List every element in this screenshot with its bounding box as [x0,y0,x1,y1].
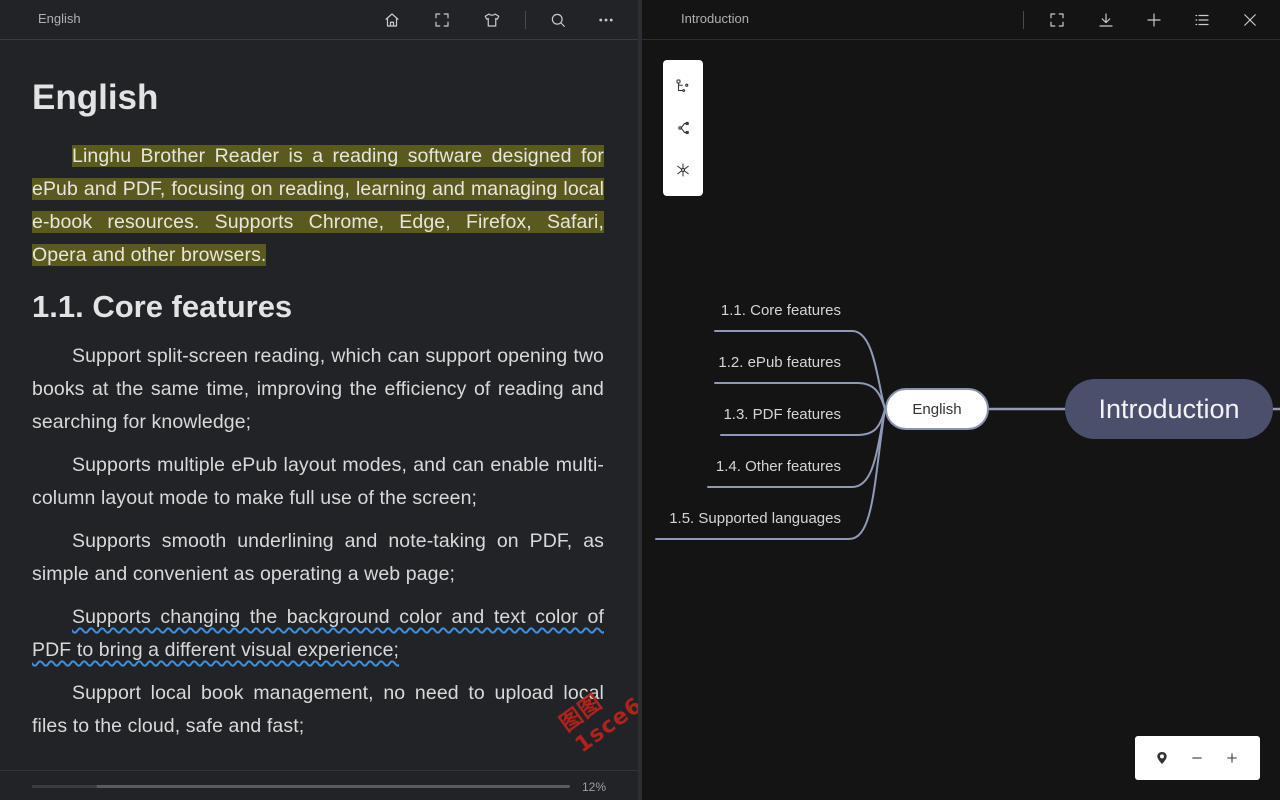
reading-progress-bar[interactable] [32,785,570,788]
home-icon[interactable] [382,10,402,30]
locate-icon[interactable] [1152,748,1172,768]
reader-title: English [38,11,81,26]
reader-footer: 12% [0,770,638,800]
mindmap-root-node[interactable]: Introduction [1065,379,1273,439]
mindmap-title: Introduction [681,11,749,26]
close-icon[interactable] [1240,10,1260,30]
wavy-underline-annotation[interactable]: Supports changing the background color a… [32,606,604,661]
zoom-controls [1135,736,1260,780]
mindmap-branch-other-features[interactable]: 1.4. Other features [716,458,841,475]
paragraph: Supports smooth underlining and note-tak… [32,530,604,585]
mindmap-toolbar: Introduction [642,0,1280,40]
app-window: English English Linghu Brother Reader is… [0,0,1280,800]
toolbar-separator [1023,11,1024,29]
paragraph: Supports multiple ePub layout modes, and… [32,454,604,509]
mindmap-branch-epub-features[interactable]: 1.2. ePub features [718,354,841,371]
add-icon[interactable] [1144,10,1164,30]
mindmap-node-english[interactable]: English [885,388,989,430]
reading-progress-label: 12% [582,780,607,794]
paragraph: Support local book management, no need t… [32,682,604,737]
fullscreen-icon[interactable] [432,10,452,30]
section-heading: 1.1. Core features [32,289,293,324]
zoom-out-icon[interactable] [1187,748,1207,768]
paragraph: Support split-screen reading, which can … [32,345,604,433]
toolbar-separator [525,11,526,29]
more-icon[interactable] [596,10,616,30]
chapter-heading: English [32,78,159,117]
mindmap-branch-core-features[interactable]: 1.1. Core features [721,302,841,319]
download-icon[interactable] [1096,10,1116,30]
intro-paragraph[interactable]: Linghu Brother Reader is a reading softw… [32,140,604,272]
mindmap-branch-supported-languages[interactable]: 1.5. Supported languages [669,510,841,527]
theme-shirt-icon[interactable] [482,10,502,30]
search-icon[interactable] [548,10,568,30]
underlined-paragraph[interactable]: Supports changing the background color a… [32,601,604,667]
fullscreen-icon[interactable] [1047,10,1067,30]
reader-pane: English English Linghu Brother Reader is… [0,0,661,800]
reader-toolbar: English [0,0,638,40]
outline-list-icon[interactable] [1192,10,1212,30]
reading-progress-fill [32,785,97,788]
mindmap-branch-pdf-features[interactable]: 1.3. PDF features [723,406,841,423]
highlight-annotation[interactable]: Linghu Brother Reader is a reading softw… [32,145,604,266]
mindmap-pane: Introduction 1.1. Core features 1.2. ePu… [642,0,1280,800]
reader-content: English Linghu Brother Reader is a readi… [32,74,604,753]
zoom-in-icon[interactable] [1222,748,1242,768]
